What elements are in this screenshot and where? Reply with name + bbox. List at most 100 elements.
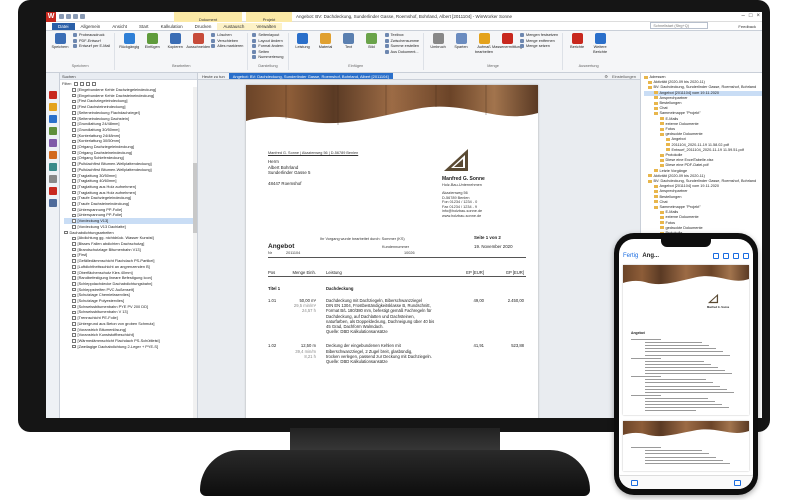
ribbon-small-button[interactable]: Zwischensumme: [384, 38, 420, 43]
tree-checkbox[interactable]: [72, 139, 76, 144]
phone-done-button[interactable]: Fertig: [623, 253, 638, 259]
ribbon-small-button[interactable]: PDF-Entwurf: [73, 38, 110, 43]
ribbon-small-button[interactable]: Summe erstellen: [384, 44, 419, 48]
ribbon-tab-start[interactable]: Start: [133, 23, 155, 30]
tree-checkbox[interactable]: [72, 270, 76, 275]
ribbon-big-button[interactable]: Weitere Berichte: [590, 33, 610, 64]
module-documents-icon[interactable]: [48, 115, 57, 123]
tree-checkbox[interactable]: [72, 333, 76, 337]
tree-checkbox[interactable]: [72, 344, 76, 349]
tree-checkbox[interactable]: [72, 265, 76, 269]
tree-checkbox[interactable]: [72, 236, 76, 240]
tree-checkbox[interactable]: [72, 173, 76, 178]
document-tab[interactable]: Heute zu tun: [198, 73, 229, 79]
tree-checkbox[interactable]: [72, 316, 76, 320]
phone-sidebar-icon[interactable]: [631, 479, 638, 486]
ribbon-big-button[interactable]: Berichte: [567, 33, 587, 64]
ribbon-tab-drucken[interactable]: Drucken: [189, 23, 218, 30]
tree-checkbox[interactable]: [72, 282, 76, 286]
ribbon-big-button[interactable]: Leistung: [293, 33, 313, 64]
ribbon-tab-verwalten[interactable]: Verwalten: [250, 23, 283, 30]
undo-icon[interactable]: [66, 14, 71, 19]
phone-more-icon[interactable]: [743, 253, 749, 259]
tree-checkbox[interactable]: [72, 299, 76, 303]
tree-checkbox[interactable]: [72, 213, 76, 218]
ribbon-big-button[interactable]: Aufmaß bearbeiten: [474, 33, 494, 64]
minimize-icon[interactable]: –: [742, 13, 745, 19]
filter-checkbox[interactable]: [92, 81, 96, 86]
tree-checkbox[interactable]: [72, 122, 76, 126]
phone-share-icon[interactable]: [733, 253, 739, 259]
ribbon-small-button[interactable]: Mengen festsetzen: [520, 33, 558, 37]
quick-start-search-input[interactable]: Schnellstart (Strg+Q): [650, 22, 709, 29]
tree-checkbox[interactable]: [72, 339, 76, 343]
ribbon-small-button[interactable]: Verschieben: [211, 38, 243, 43]
document-tab[interactable]: Angebot: BV: Dachdeckung, Sunderlinder G…: [228, 73, 393, 79]
tree-checkbox[interactable]: [72, 225, 76, 229]
print-icon[interactable]: [80, 14, 85, 19]
tree-checkbox[interactable]: [72, 150, 76, 155]
tree-checkbox[interactable]: [72, 327, 76, 332]
ribbon-big-button[interactable]: Einfügen: [142, 33, 162, 64]
module-reports-icon[interactable]: [48, 139, 57, 147]
ribbon-big-button[interactable]: Sparten: [451, 33, 471, 64]
tree-checkbox[interactable]: [72, 259, 76, 263]
tree-checkbox[interactable]: [72, 219, 76, 223]
phone-markup-icon[interactable]: [723, 253, 729, 259]
ribbon-small-button[interactable]: Probeausdruck: [73, 33, 110, 37]
ribbon-tab-ansicht[interactable]: Ansicht: [106, 23, 133, 30]
feedback-button[interactable]: Feedback: [738, 24, 756, 29]
module-tools-icon[interactable]: [48, 199, 57, 207]
module-addresses-icon[interactable]: [48, 91, 57, 99]
ribbon-big-button[interactable]: Massenermittlung: [492, 33, 522, 64]
filter-checkbox[interactable]: [80, 81, 84, 86]
catalog-scroll-thumb[interactable]: [193, 163, 197, 233]
module-calendar-icon[interactable]: [48, 127, 57, 135]
document-page[interactable]: Manfred G. Sonne | Akazienweg 56 | D-567…: [246, 85, 538, 418]
save-button[interactable]: Speichern: [50, 33, 70, 64]
ribbon-small-button[interactable]: Format ändern: [252, 44, 283, 48]
ribbon-small-button[interactable]: Aus Dokument...: [384, 49, 420, 54]
tree-checkbox[interactable]: [72, 156, 76, 161]
tree-checkbox[interactable]: [72, 253, 76, 258]
tree-checkbox[interactable]: [72, 202, 76, 206]
save-icon[interactable]: [59, 14, 64, 19]
tree-checkbox[interactable]: [72, 242, 76, 246]
close-icon[interactable]: ×: [756, 13, 760, 19]
ribbon-small-button[interactable]: Löschen: [211, 33, 243, 37]
tree-checkbox[interactable]: [72, 287, 76, 292]
ribbon-tab-kalkulation[interactable]: Kalkulation: [155, 23, 189, 30]
tree-checkbox[interactable]: [72, 185, 76, 189]
tree-checkbox[interactable]: [72, 276, 76, 280]
ribbon-small-button[interactable]: Entwurf per E-Mail: [73, 44, 110, 48]
tree-checkbox[interactable]: [72, 207, 76, 212]
tree-checkbox[interactable]: [64, 230, 68, 235]
tree-checkbox[interactable]: [72, 116, 76, 121]
ribbon-big-button[interactable]: Umbruch: [428, 33, 448, 64]
tree-checkbox[interactable]: [72, 247, 76, 252]
ribbon-small-button[interactable]: Alles markieren: [211, 44, 243, 48]
ribbon-big-button[interactable]: Bild: [362, 33, 382, 64]
filter-checkbox[interactable]: [86, 81, 90, 86]
ribbon-tab-datei[interactable]: Datei: [52, 23, 75, 30]
tree-checkbox[interactable]: [72, 304, 76, 309]
doc-settings-button[interactable]: Einstellungen: [612, 74, 636, 79]
ribbon-tab-allgemein[interactable]: Allgemein: [75, 23, 107, 30]
ribbon-big-button[interactable]: Kopieren: [165, 33, 185, 64]
maximize-icon[interactable]: □: [749, 13, 753, 19]
phone-search-icon[interactable]: [713, 253, 719, 259]
ribbon-big-button[interactable]: Material: [316, 33, 336, 64]
ribbon-big-button[interactable]: Rückgängig: [119, 33, 139, 64]
ribbon-small-button[interactable]: Nummerierung: [252, 55, 284, 59]
filter-checkbox[interactable]: [74, 81, 78, 86]
redo-icon[interactable]: [73, 14, 78, 19]
module-staff-icon[interactable]: [48, 163, 57, 171]
ribbon-big-button[interactable]: Text: [339, 33, 359, 64]
tree-item[interactable]: [Zweilagige Dachabdichtung 2-Leger + PYE…: [64, 344, 197, 350]
ribbon-big-button[interactable]: Ausschneiden: [186, 33, 210, 64]
tree-checkbox[interactable]: [72, 99, 76, 104]
phone-page-1[interactable]: Manfred G. Sonne Angebot: [623, 265, 749, 415]
tree-checkbox[interactable]: [72, 145, 76, 149]
tree-checkbox[interactable]: [72, 190, 76, 195]
tree-checkbox[interactable]: [72, 293, 76, 298]
